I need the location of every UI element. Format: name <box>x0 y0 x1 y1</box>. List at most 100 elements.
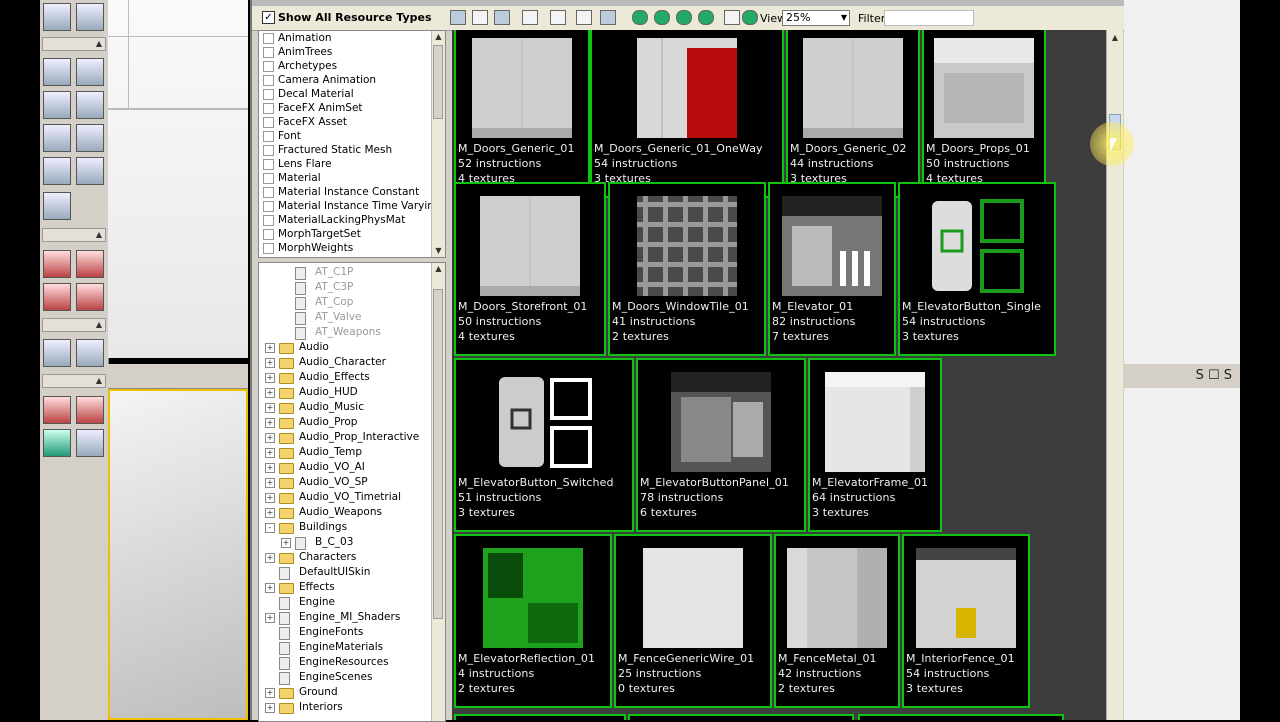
csg-intersect-icon[interactable] <box>43 283 71 311</box>
package-tree-item[interactable]: + Audio_VO_AI <box>259 460 445 475</box>
cylinder-brush-icon[interactable] <box>76 91 104 119</box>
sheet-brush-icon[interactable] <box>76 124 104 152</box>
scroll-down-icon[interactable]: ▼ <box>432 245 445 257</box>
hide-selected-icon[interactable] <box>76 429 104 457</box>
binoculars-icon[interactable] <box>724 10 740 25</box>
expand-icon[interactable]: + <box>265 613 275 623</box>
cube-preview-icon[interactable] <box>654 10 670 25</box>
expand-icon[interactable]: + <box>265 688 275 698</box>
asset-tile[interactable]: M_ElevatorButton_Single 54 instructions 3 … <box>898 182 1056 356</box>
expand-icon[interactable]: + <box>265 448 275 458</box>
resource-type-checkbox[interactable] <box>263 243 274 254</box>
asset-tile[interactable]: M_FenceMetal_01 42 instructions 2 textures <box>774 534 900 708</box>
view-mode-list-icon[interactable] <box>450 10 466 25</box>
add-volume-icon[interactable] <box>43 339 71 367</box>
package-tree-item[interactable]: AT_Valve <box>259 310 445 325</box>
expand-icon[interactable]: + <box>265 478 275 488</box>
viewport-right-toolbar[interactable]: S ☐ S <box>1122 364 1240 388</box>
camera-mode-icon[interactable] <box>43 3 71 31</box>
resource-type-checkbox[interactable] <box>263 159 274 170</box>
package-tree-item[interactable]: + Characters <box>259 550 445 565</box>
resource-type-checkbox[interactable] <box>263 145 274 156</box>
asset-tile[interactable]: M_ElevatorButton_Switched 51 instructions… <box>454 358 634 532</box>
expand-icon[interactable]: + <box>265 403 275 413</box>
sort-icon[interactable] <box>550 10 566 25</box>
viewport-perspective[interactable] <box>108 389 248 720</box>
csg-subtract-icon[interactable] <box>76 250 104 278</box>
package-tree-item[interactable]: + B_C_03 <box>259 535 445 550</box>
expand-icon[interactable]: + <box>265 463 275 473</box>
package-tree-item[interactable]: + Audio_Character <box>259 355 445 370</box>
resource-type-item[interactable]: FaceFX AnimSet <box>259 101 445 115</box>
show-all-checkbox[interactable]: ✓ <box>262 11 275 24</box>
package-tree-item[interactable]: + Audio_HUD <box>259 385 445 400</box>
package-tree-item[interactable]: AT_C1P <box>259 265 445 280</box>
package-tree-item[interactable]: EngineResources <box>259 655 445 670</box>
resource-type-item[interactable]: Animation <box>259 31 445 45</box>
package-tree-item[interactable]: + Audio_Effects <box>259 370 445 385</box>
resource-type-checkbox[interactable] <box>263 131 274 142</box>
resource-type-checkbox[interactable] <box>263 215 274 226</box>
toolbox-section-collapse-2[interactable]: ▲ <box>42 228 106 242</box>
package-tree-item[interactable]: + Audio_Prop_Interactive <box>259 430 445 445</box>
resource-type-item[interactable]: FaceFX Asset <box>259 115 445 129</box>
resource-type-item[interactable]: MorphWeights <box>259 241 445 255</box>
cone-brush-icon[interactable] <box>76 58 104 86</box>
package-tree-item[interactable]: + Audio_Weapons <box>259 505 445 520</box>
volumetric-brush-icon[interactable] <box>43 192 71 220</box>
package-tree-item[interactable]: AT_C3P <box>259 280 445 295</box>
resource-type-item[interactable]: Material Instance Time Varying <box>259 199 445 213</box>
package-tree-item[interactable]: EngineScenes <box>259 670 445 685</box>
package-tree-item[interactable]: EngineMaterials <box>259 640 445 655</box>
asset-tile[interactable]: M_Doors_Generic_01_OneWay 54 instructions… <box>590 30 784 198</box>
viewport-right[interactable]: S ☐ S <box>1122 0 1240 720</box>
package-tree-item[interactable]: + Ground <box>259 685 445 700</box>
scroll-thumb[interactable] <box>433 45 443 119</box>
asset-tile[interactable]: M_Doors_Props_01 50 instructions 4 texture… <box>922 30 1046 198</box>
scroll-up-icon[interactable]: ▲ <box>1107 32 1123 44</box>
resource-type-checkbox[interactable] <box>263 75 274 86</box>
expand-icon[interactable]: + <box>265 418 275 428</box>
expand-icon[interactable]: + <box>265 433 275 443</box>
csg-deintersect-icon[interactable] <box>76 283 104 311</box>
resource-type-checkbox[interactable] <box>263 89 274 100</box>
package-tree-item[interactable]: + Audio_Prop <box>259 415 445 430</box>
expand-icon[interactable]: + <box>265 343 275 353</box>
package-tree-item[interactable]: + Audio_VO_SP <box>259 475 445 490</box>
expand-icon[interactable]: + <box>265 553 275 563</box>
show-selected-icon[interactable] <box>43 429 71 457</box>
resource-type-checkbox[interactable] <box>263 117 274 128</box>
resource-type-checkbox[interactable] <box>263 61 274 72</box>
resource-type-item[interactable]: Archetypes <box>259 59 445 73</box>
expand-icon[interactable]: + <box>265 373 275 383</box>
text-icon[interactable] <box>600 10 616 25</box>
asset-tile[interactable]: M_ElevatorReflection_01 4 instructions 2 t… <box>454 534 612 708</box>
view-mode-split-icon[interactable] <box>494 10 510 25</box>
asset-tile[interactable] <box>454 714 626 720</box>
asset-tile[interactable] <box>858 714 1064 720</box>
asset-tile[interactable] <box>628 714 854 720</box>
package-tree-item[interactable]: + Audio <box>259 340 445 355</box>
select-actor-icon[interactable] <box>43 396 71 424</box>
package-tree-scrollbar[interactable]: ▲ <box>431 263 445 721</box>
csg-add-icon[interactable] <box>43 250 71 278</box>
resource-type-item[interactable]: Material Instance Constant <box>259 185 445 199</box>
sphere-preview-icon[interactable] <box>632 10 648 25</box>
resource-type-checkbox[interactable] <box>263 229 274 240</box>
expand-icon[interactable]: + <box>265 358 275 368</box>
pen-icon[interactable] <box>576 10 592 25</box>
resource-type-item[interactable]: Material <box>259 171 445 185</box>
package-tree-item[interactable]: + Effects <box>259 580 445 595</box>
package-tree-item[interactable]: EngineFonts <box>259 625 445 640</box>
scroll-thumb[interactable] <box>433 289 443 619</box>
deselect-actor-icon[interactable] <box>76 396 104 424</box>
translate-mode-icon[interactable] <box>76 3 104 31</box>
toolbox-section-collapse[interactable]: ▲ <box>42 37 106 51</box>
asset-tile[interactable]: M_Doors_WindowTile_01 41 instructions 2 te… <box>608 182 766 356</box>
package-tree-item[interactable]: + Audio_Music <box>259 400 445 415</box>
asset-tile[interactable]: M_InteriorFence_01 54 instructions 3 textu… <box>902 534 1030 708</box>
stairs-brush-icon[interactable] <box>43 91 71 119</box>
resource-type-item[interactable]: Fractured Static Mesh <box>259 143 445 157</box>
resource-type-item[interactable]: MaterialLackingPhysMat <box>259 213 445 227</box>
asset-tile[interactable]: M_ElevatorFrame_01 64 instructions 3 textu… <box>808 358 942 532</box>
